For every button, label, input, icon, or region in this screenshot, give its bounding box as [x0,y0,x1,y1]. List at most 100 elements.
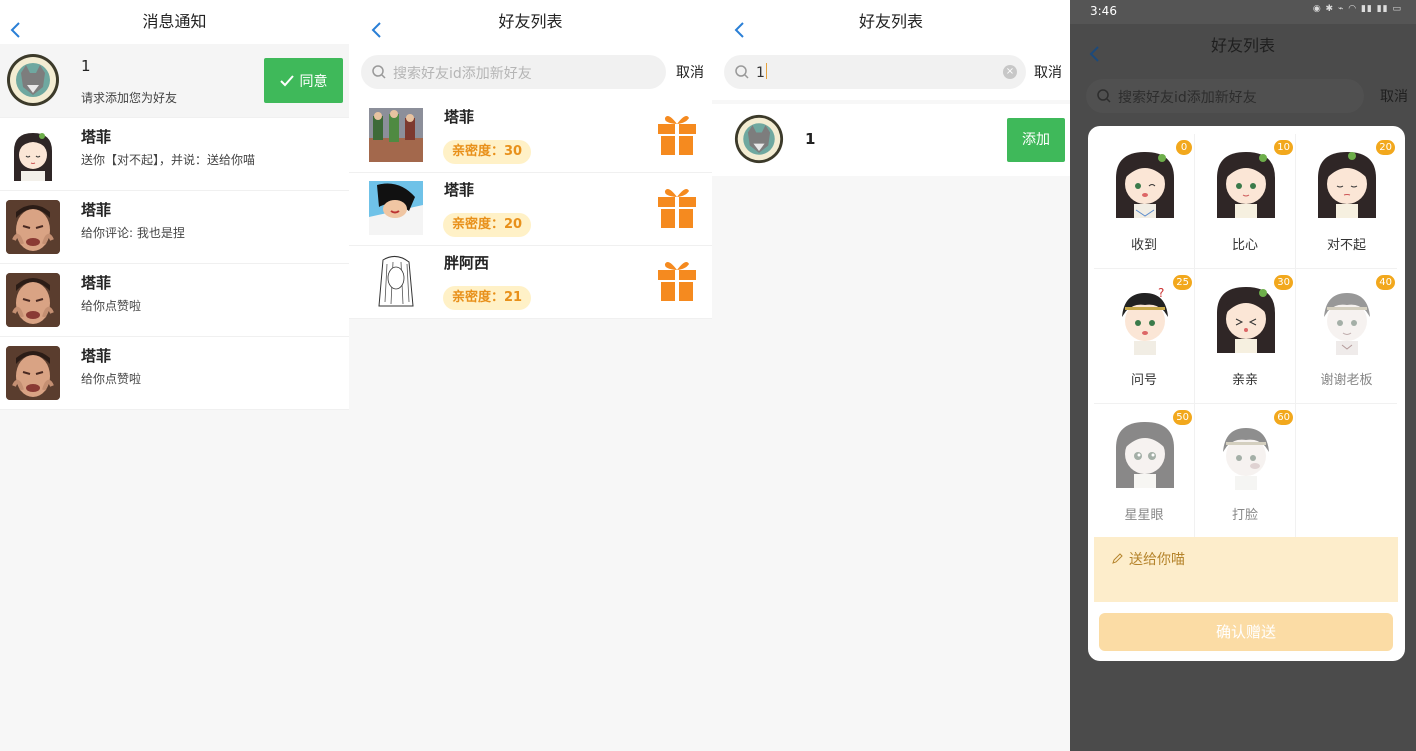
gift-sticker: ? [1122,286,1168,355]
list-item[interactable]: 塔菲 送你【对不起】，并说：送给你喵 [0,118,349,191]
friend-name: 塔菲 [444,108,475,126]
avatar [6,273,60,327]
search-bar: 搜索好友id添加新好友 取消 [1070,68,1416,124]
gift-label: 星星眼 [1124,508,1164,523]
gift-sticker [1217,287,1275,353]
header: 好友列表 [349,0,712,44]
cancel-button[interactable]: 取消 [1034,62,1062,82]
search-bar: 搜索好友id添加新好友 取消 [349,44,712,100]
list-item[interactable]: 塔菲 给你点赞啦 [0,264,349,337]
search-input[interactable]: 搜索好友id添加新好友 [1086,79,1364,113]
search-placeholder: 搜索好友id添加新好友 [1118,90,1257,106]
page-title: 好友列表 [1210,36,1275,55]
gift-sticker [1217,152,1275,218]
friend-row[interactable]: 塔菲 亲密度：20 [349,173,712,246]
gift-sticker [1116,422,1174,488]
message-text: 送你【对不起】，并说：送给你喵 [81,153,256,167]
friend-row[interactable]: 胖阿西 亲密度：21 [349,246,712,319]
gift-item[interactable]: 40 谢谢老板 [1296,269,1397,404]
gift-sticker [1324,293,1370,355]
sender-name: 塔菲 [81,128,112,146]
intimacy-badge: 亲密度：20 [443,213,532,237]
page-title: 好友列表 [498,12,563,31]
gift-message-input[interactable]: 送给你喵 [1094,537,1398,602]
cancel-button[interactable]: 取消 [676,62,704,82]
avatar [369,108,423,162]
list-item[interactable]: 塔菲 给你点赞啦 [0,337,349,410]
gift-item[interactable]: 10 比心 [1195,134,1296,269]
status-time: 3:46 [1090,4,1117,18]
search-result-row: 1 添加 [712,104,1070,176]
intimacy-badge: 亲密度：21 [443,286,532,310]
status-bar: 3:46 ◉ ✱ ⌁ ◠ ▮▮ ▮▮ ▭ [1070,0,1416,24]
agree-label: 同意 [299,73,328,90]
list-item[interactable]: 塔菲 给你评论: 我也是捏 [0,191,349,264]
page-title: 好友列表 [858,12,923,31]
sender-name: 1 [81,57,91,75]
search-icon [735,65,749,79]
back-icon[interactable] [367,12,387,38]
gift-item[interactable]: 30 亲亲 [1195,269,1296,404]
friend-list-panel: 好友列表 搜索好友id添加新好友 取消 塔菲 亲密度：30 塔菲 亲密度：20 … [349,0,712,751]
gift-label: 打脸 [1231,508,1258,523]
search-icon [1097,89,1111,103]
check-icon [279,74,294,86]
add-friend-button[interactable]: 添加 [1007,118,1065,162]
message-text: 给你点赞啦 [81,299,142,313]
message-text: 请求添加您为好友 [81,91,178,105]
gift-icon[interactable] [656,258,698,302]
avatar [6,127,60,181]
pencil-icon [1112,553,1123,564]
search-input[interactable]: 1 × [724,55,1026,89]
header: 消息通知 [0,0,349,44]
gift-label: 比心 [1231,238,1258,253]
gift-sticker [1223,428,1269,490]
avatar [369,181,423,235]
clear-icon[interactable]: × [1003,65,1017,79]
gift-label: 亲亲 [1231,373,1258,388]
gift-item[interactable]: 60 打脸 [1195,404,1296,539]
gift-item[interactable]: 25 ? 问号 [1094,269,1195,404]
avatar [6,53,60,107]
notification-panel: 消息通知 1 请求添加您为好友 同意 塔菲 送你【对不起】，并说：送给你喵 塔菲… [0,0,349,751]
avatar [6,346,60,400]
friend-name: 塔菲 [444,181,475,199]
search-value: 1 [756,65,765,81]
page-title: 消息通知 [142,12,207,31]
gift-label: 问号 [1130,373,1157,388]
sender-name: 塔菲 [81,201,112,219]
gift-icon[interactable] [656,112,698,156]
gift-sticker [1318,152,1376,218]
avatar [369,254,423,308]
back-icon[interactable] [730,12,750,38]
avatar [734,114,784,164]
result-name: 1 [805,130,816,148]
search-icon [372,65,386,79]
gift-item[interactable]: 50 星星眼 [1094,404,1195,539]
header: 好友列表 [1070,24,1416,68]
gift-modal-panel: 3:46 ◉ ✱ ⌁ ◠ ▮▮ ▮▮ ▭ 好友列表 搜索好友id添加新好友 取消… [1070,0,1416,751]
gift-item[interactable]: 20 对不起 [1296,134,1397,269]
cancel-button[interactable]: 取消 [1380,86,1408,106]
gift-modal: 0 收到 10 比心 20 对不起 25 ? 问号 30 亲亲 40 谢谢老板 … [1088,126,1405,661]
back-icon[interactable] [6,12,26,38]
intimacy-badge: 亲密度：30 [443,140,532,164]
agree-button[interactable]: 同意 [264,58,343,103]
friend-request-item: 1 请求添加您为好友 同意 [0,44,349,118]
search-placeholder: 搜索好友id添加新好友 [393,66,532,82]
friend-row[interactable]: 塔菲 亲密度：30 [349,100,712,173]
empty-cell [1296,404,1397,539]
gift-icon[interactable] [656,185,698,229]
friend-search-panel: 好友列表 1 × 取消 1 添加 [712,0,1070,751]
confirm-gift-button[interactable]: 确认赠送 [1099,613,1393,651]
status-icons: ◉ ✱ ⌁ ◠ ▮▮ ▮▮ ▭ [1312,4,1402,14]
gift-label: 收到 [1130,238,1157,253]
message-text: 给你评论: 我也是捏 [81,226,185,240]
gift-sticker [1116,152,1174,218]
gift-item[interactable]: 0 收到 [1094,134,1195,269]
sender-name: 塔菲 [81,274,112,292]
search-input[interactable]: 搜索好友id添加新好友 [361,55,666,89]
search-bar: 1 × 取消 [712,44,1070,100]
header: 好友列表 [712,0,1070,44]
avatar [6,200,60,254]
